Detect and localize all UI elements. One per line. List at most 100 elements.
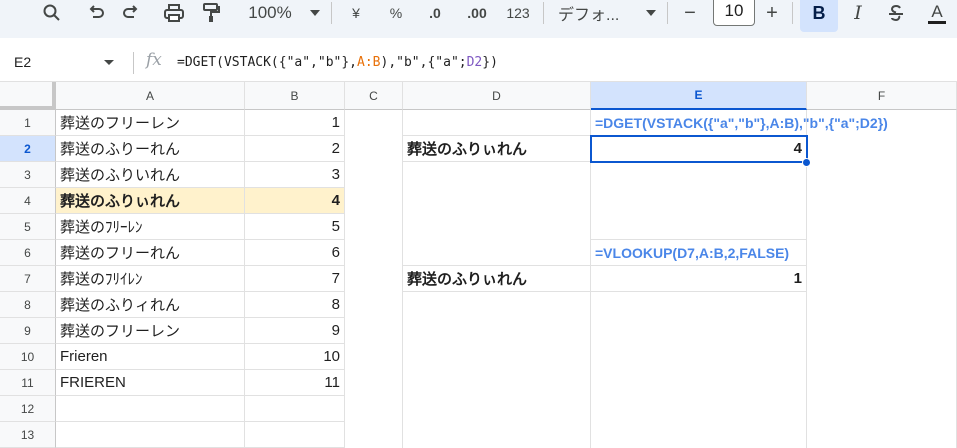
column-c-cells[interactable]	[345, 110, 403, 448]
cell-e2[interactable]: 4	[591, 136, 807, 162]
cell-d8-d13[interactable]	[403, 292, 591, 448]
toolbar: 100% ¥ % .0 .00 123 デフォ... − 10 + B I A	[0, 0, 957, 38]
percent-button[interactable]: %	[385, 0, 407, 26]
cell-b9[interactable]: 9	[245, 318, 345, 344]
row-header-10[interactable]: 10	[0, 344, 56, 370]
column-header-f[interactable]: F	[807, 82, 957, 110]
cell-a1[interactable]: 葬送のフリーレン	[56, 110, 245, 136]
row-header-12[interactable]: 12	[0, 396, 56, 422]
cell-e3-e5[interactable]	[591, 162, 807, 240]
zoom-select[interactable]: 100%	[240, 0, 300, 26]
cell-a13[interactable]	[56, 422, 245, 448]
cell-b10[interactable]: 10	[245, 344, 345, 370]
font-size-decrease-button[interactable]: −	[678, 0, 702, 26]
italic-label: I	[854, 2, 862, 24]
cell-b6[interactable]: 6	[245, 240, 345, 266]
row-header-11[interactable]: 11	[0, 370, 56, 396]
formula-part: })	[482, 55, 498, 70]
cell-a10[interactable]: Frieren	[56, 344, 245, 370]
row-header-3[interactable]: 3	[0, 162, 56, 188]
cell-d3-d6[interactable]	[403, 162, 591, 266]
column-f-cells[interactable]	[807, 110, 957, 448]
font-select[interactable]: デフォ...	[558, 0, 638, 26]
chevron-down-icon[interactable]	[104, 60, 114, 65]
cell-b12[interactable]	[245, 396, 345, 422]
cell-e1[interactable]: =DGET(VSTACK({"a","b"},A:B),"b",{"a";D2}…	[591, 110, 888, 136]
cell-a11[interactable]: FRIEREN	[56, 370, 245, 396]
cell-b2[interactable]: 2	[245, 136, 345, 162]
cell-b5[interactable]: 5	[245, 214, 345, 240]
decrease-decimal-button[interactable]: .0	[420, 0, 450, 26]
paint-format-icon[interactable]	[197, 0, 225, 26]
cell-d1[interactable]	[403, 110, 591, 136]
plus-label: +	[766, 1, 778, 24]
toolbar-divider	[667, 2, 668, 24]
text-color-label: A	[931, 1, 943, 21]
cell-b4[interactable]: 4	[245, 188, 345, 214]
cell-b3[interactable]: 3	[245, 162, 345, 188]
column-header-b[interactable]: B	[245, 82, 345, 110]
cell-a3[interactable]: 葬送のふりいれん	[56, 162, 245, 188]
row-header-4[interactable]: 4	[0, 188, 56, 214]
formula-input[interactable]: =DGET(VSTACK({"a","b"},A:B),"b",{"a";D2}…	[177, 55, 498, 70]
font-size-value: 10	[724, 1, 744, 20]
print-icon[interactable]	[160, 0, 188, 26]
select-all-corner[interactable]	[0, 82, 56, 110]
text-color-button[interactable]: A	[925, 0, 949, 26]
text-color-swatch	[928, 20, 946, 24]
cell-b11[interactable]: 11	[245, 370, 345, 396]
undo-icon[interactable]	[82, 0, 110, 26]
cell-d2[interactable]: 葬送のふりぃれん	[403, 136, 591, 162]
cell-b8[interactable]: 8	[245, 292, 345, 318]
cell-a12[interactable]	[56, 396, 245, 422]
formula-bar: E2 fx =DGET(VSTACK({"a","b"},A:B),"b",{"…	[0, 38, 957, 82]
row-header-8[interactable]: 8	[0, 292, 56, 318]
cell-a5[interactable]: 葬送のﾌﾘｰﾚﾝ	[56, 214, 245, 240]
font-size-input[interactable]: 10	[713, 0, 755, 26]
zoom-value: 100%	[248, 3, 292, 22]
search-icon[interactable]	[38, 0, 66, 26]
cell-e8-e13[interactable]	[591, 292, 807, 448]
fill-handle[interactable]	[802, 158, 811, 167]
row-header-7[interactable]: 7	[0, 266, 56, 292]
chevron-down-icon[interactable]	[644, 0, 658, 26]
currency-button[interactable]: ¥	[345, 0, 367, 26]
cell-b13[interactable]	[245, 422, 345, 448]
row-header-9[interactable]: 9	[0, 318, 56, 344]
chevron-down-icon[interactable]	[308, 0, 322, 26]
row-header-6[interactable]: 6	[0, 240, 56, 266]
increase-decimal-button[interactable]: .00	[460, 0, 494, 26]
formula-part: =DGET(VSTACK({"a","b"},	[177, 55, 358, 70]
row-header-2[interactable]: 2	[0, 136, 56, 162]
cell-a8[interactable]: 葬送のふりィれん	[56, 292, 245, 318]
row-header-1[interactable]: 1	[0, 110, 56, 136]
percent-label: %	[389, 5, 403, 21]
decrease-decimal-label: .0	[429, 5, 441, 21]
font-size-increase-button[interactable]: +	[760, 0, 784, 26]
cell-a4[interactable]: 葬送のふりぃれん	[56, 188, 245, 214]
column-header-d[interactable]: D	[403, 82, 591, 110]
toolbar-divider	[543, 2, 544, 24]
formula-range-ref: A:B	[357, 55, 381, 70]
cell-a6[interactable]: 葬送のフリーれん	[56, 240, 245, 266]
cell-a9[interactable]: 葬送のフリーレン	[56, 318, 245, 344]
strikethrough-icon[interactable]	[884, 0, 908, 26]
cell-a7[interactable]: 葬送のﾌﾘｲﾚﾝ	[56, 266, 245, 292]
cell-b1[interactable]: 1	[245, 110, 345, 136]
name-box[interactable]: E2	[14, 54, 31, 70]
column-header-a[interactable]: A	[56, 82, 245, 110]
column-header-e[interactable]: E	[591, 82, 807, 110]
column-header-c[interactable]: C	[345, 82, 403, 110]
row-header-13[interactable]: 13	[0, 422, 56, 448]
row-header-5[interactable]: 5	[0, 214, 56, 240]
cell-e7[interactable]: 1	[591, 266, 807, 292]
number-format-button[interactable]: 123	[503, 0, 533, 26]
italic-button[interactable]: I	[846, 0, 870, 26]
function-icon: fx	[146, 50, 162, 70]
cell-b7[interactable]: 7	[245, 266, 345, 292]
bold-button[interactable]: B	[800, 0, 838, 32]
cell-a2[interactable]: 葬送のふりーれん	[56, 136, 245, 162]
cell-e6[interactable]: =VLOOKUP(D7,A:B,2,FALSE)	[591, 240, 807, 266]
cell-d7[interactable]: 葬送のふりぃれん	[403, 266, 591, 292]
redo-icon[interactable]	[117, 0, 145, 26]
